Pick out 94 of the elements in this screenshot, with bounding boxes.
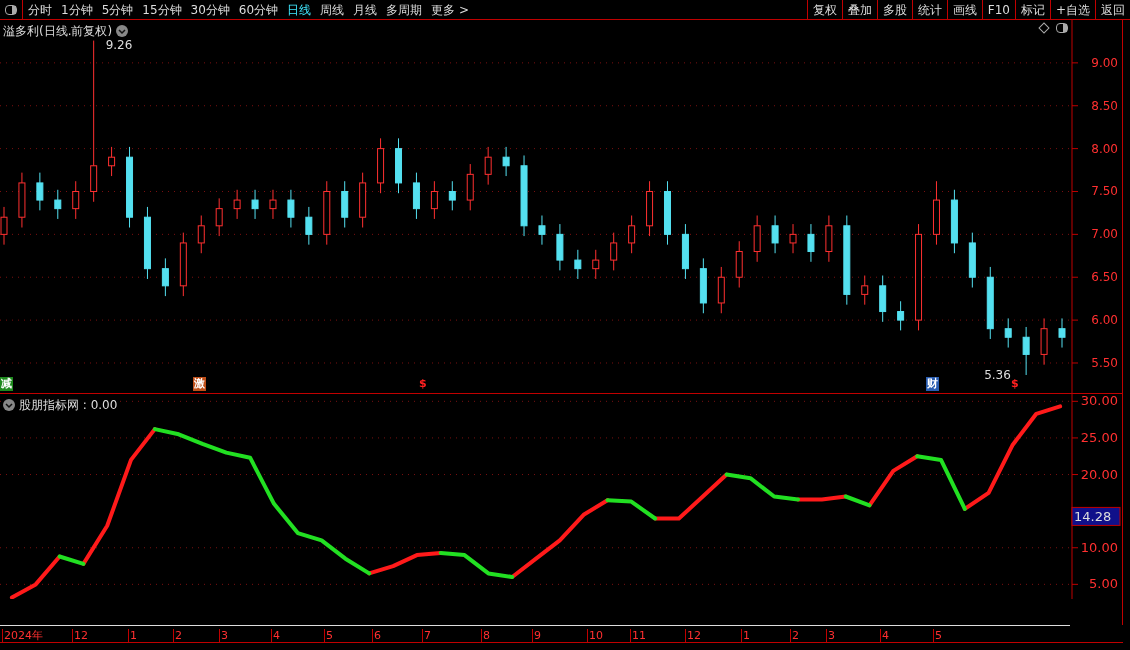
price-tick-label: 7.00 [1091,227,1118,242]
period-tab[interactable]: 30分钟 [190,0,230,19]
candlestick [197,215,205,254]
indicator-tick-label: 20.00 [1080,466,1118,482]
candlestick [484,146,492,186]
high-price-label: 9.26 [105,37,133,52]
period-tab[interactable]: 60分钟 [238,0,279,19]
candlestick [251,189,259,220]
candlestick [287,189,295,229]
candlestick [610,232,618,271]
signal-tag: 激 [193,377,206,391]
chart-title: 溢多利(日线.前复权) [3,23,113,40]
toolbar-button[interactable]: 标记 [1014,0,1050,19]
toolbar-button[interactable]: 叠加 [841,0,877,19]
date-axis-label: 2 [173,629,182,642]
price-tick-label: 6.00 [1091,313,1118,328]
date-axis-label: 3 [219,629,228,642]
indicator-tick-label: 10.00 [1080,539,1118,555]
period-tab[interactable]: 多周期 [386,0,423,19]
candlestick [305,206,313,246]
candlestick [502,146,510,177]
date-axis-label: 5 [324,629,333,642]
period-tab[interactable]: 5分钟 [101,0,134,19]
candlestick [72,180,80,220]
candlestick [789,223,797,254]
low-price-label: 5.36 [984,368,1011,382]
toolbar-button[interactable]: +自选 [1049,0,1095,19]
price-tick-label: 9.00 [1091,55,1118,70]
date-axis-label: 5 [933,629,942,642]
candlestick [36,172,44,211]
candlestick [1004,317,1012,349]
period-tab[interactable]: 周线 [320,0,345,19]
toolbar-button[interactable]: 多股 [876,0,912,19]
candlestick [215,197,223,237]
indicator-tick-label: 30.00 [1080,394,1118,409]
date-axis-label: 4 [880,629,889,642]
period-tab[interactable]: 分时 [28,0,52,19]
date-axis-label: 3 [826,629,835,642]
date-axis-label: 7 [422,629,431,642]
date-axis-label: 12 [685,629,701,642]
candlestick [771,215,779,254]
candlestick [54,189,62,220]
candlestick [574,249,582,280]
indicator-title: 股朋指标网 : 0.00 [19,397,118,414]
candlestick [430,180,438,220]
date-axis-label: 2024年 [2,629,43,642]
date-axis-label: 8 [481,629,490,642]
candlestick [897,300,905,331]
period-tab[interactable]: 15分钟 [142,0,182,19]
toolbar-button[interactable]: 画线 [946,0,982,19]
panel-toggle-icon[interactable] [1056,23,1068,33]
candlestick [628,215,636,254]
candlestick [538,215,546,246]
period-tab[interactable]: 更多 > [431,0,469,19]
candlestick [807,223,815,263]
date-axis-label: 6 [372,629,381,642]
date-axis-label: 2 [790,629,799,642]
candlestick [448,180,456,211]
price-tick-label: 7.50 [1091,184,1118,199]
chevron-down-icon[interactable] [116,25,129,37]
candlestick [108,146,116,177]
candlestick [861,275,869,306]
signal-tag: 财 [926,377,939,391]
signal-tag: 减 [0,377,13,391]
candlestick [233,189,241,220]
candlestick [269,189,277,220]
date-axis-label: 1 [128,629,137,642]
period-tab[interactable]: 月线 [353,0,378,19]
candlestick [1058,317,1066,349]
candlestick [1022,326,1030,376]
date-axis-label: 1 [741,629,750,642]
period-tab[interactable]: 日线 [287,0,312,19]
indicator-tick-label: 5.00 [1089,576,1118,592]
toolbar-button[interactable]: F10 [981,0,1015,19]
date-axis-label: 4 [271,629,280,642]
date-axis-label: 11 [630,629,646,642]
chevron-down-icon[interactable] [3,399,15,411]
price-tick-label: 8.50 [1091,98,1118,113]
toolbar-button[interactable]: 复权 [806,0,842,19]
toolbar-button[interactable]: 返回 [1095,0,1130,19]
date-axis-label: 10 [587,629,603,642]
dollar-signal: $ [418,377,428,391]
candlestick [592,249,600,280]
dollar-signal: $ [1010,377,1020,391]
date-axis-label: 12 [72,629,88,642]
toolbar-button[interactable]: 统计 [911,0,947,19]
candlestick [161,257,169,297]
indicator-tick-label: 25.00 [1080,429,1118,445]
price-tick-label: 6.50 [1091,270,1118,285]
date-axis-label: 9 [532,629,541,642]
price-tick-label: 8.00 [1091,141,1118,156]
period-tab[interactable]: 1分钟 [61,0,93,19]
price-tick-label: 5.50 [1091,356,1118,370]
current-value-label: 14.28 [1071,506,1121,526]
